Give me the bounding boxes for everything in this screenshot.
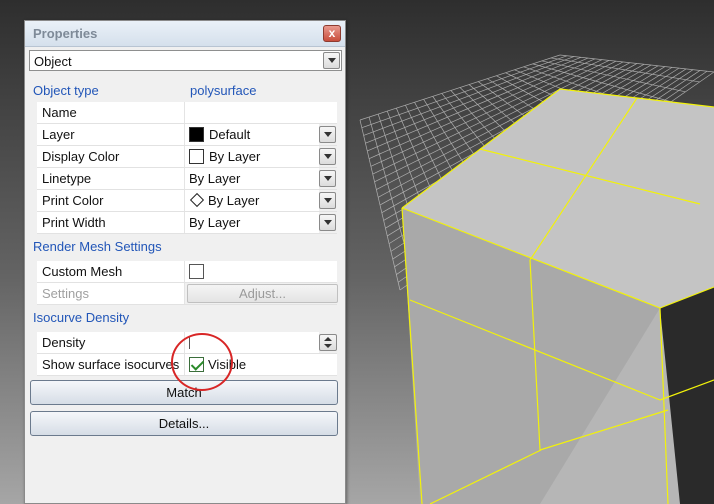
property-label: Name	[37, 102, 185, 123]
properties-panel: Properties x Object Object type polysurf…	[24, 20, 346, 504]
display-color-select[interactable]: By Layer	[185, 146, 319, 167]
layer-value: Default	[209, 127, 251, 142]
property-row-show-isocurves: Show surface isocurves Visible	[37, 354, 337, 376]
property-label: Custom Mesh	[37, 261, 185, 282]
show-isocurves-cell: Visible	[185, 354, 337, 375]
property-label: Print Color	[37, 190, 185, 211]
property-label: Show surface isocurves	[37, 354, 185, 375]
object-type-value: polysurface	[190, 83, 257, 98]
object-selector[interactable]: Object	[29, 50, 342, 71]
property-label: Display Color	[37, 146, 185, 167]
chevron-down-icon[interactable]	[319, 148, 336, 165]
object-type-label: Object type	[33, 83, 99, 98]
display-color-swatch	[189, 149, 204, 164]
show-isocurves-checkbox[interactable]	[189, 357, 204, 372]
property-row-linetype: Linetype By Layer	[37, 168, 337, 190]
panel-title: Properties	[33, 26, 98, 41]
property-label: Layer	[37, 124, 185, 145]
property-row-print-color: Print Color By Layer	[37, 190, 337, 212]
custom-mesh-cell	[185, 261, 337, 282]
property-row-print-width: Print Width By Layer	[37, 212, 337, 234]
chevron-down-icon[interactable]	[319, 214, 336, 231]
print-width-select[interactable]: By Layer	[185, 212, 319, 233]
display-color-value: By Layer	[209, 149, 261, 164]
diamond-icon	[189, 192, 205, 208]
property-label: Print Width	[37, 212, 185, 233]
name-field[interactable]	[185, 102, 337, 123]
adjust-button[interactable]: Adjust...	[187, 284, 338, 303]
isocurve-density-header: Isocurve Density	[33, 310, 130, 325]
chevron-down-icon[interactable]	[319, 126, 336, 143]
chevron-down-icon[interactable]	[319, 170, 336, 187]
linetype-select[interactable]: By Layer	[185, 168, 319, 189]
property-label: Linetype	[37, 168, 185, 189]
object-selector-value: Object	[34, 54, 72, 69]
print-color-select[interactable]: By Layer	[185, 190, 319, 211]
show-isocurves-value: Visible	[208, 357, 247, 372]
text-caret	[189, 337, 190, 349]
chevron-down-icon[interactable]	[323, 52, 340, 69]
render-mesh-header: Render Mesh Settings	[33, 239, 162, 254]
property-label: Density	[37, 332, 185, 353]
match-button[interactable]: Match	[30, 380, 338, 405]
close-icon: x	[328, 26, 336, 40]
property-row-density: Density	[37, 332, 337, 354]
density-spinner[interactable]	[319, 334, 337, 351]
panel-titlebar[interactable]: Properties x	[25, 21, 345, 47]
layer-color-swatch	[189, 127, 204, 142]
details-button[interactable]: Details...	[30, 411, 338, 436]
property-row-settings: Settings Adjust...	[37, 283, 338, 305]
close-button[interactable]: x	[323, 25, 341, 42]
print-color-value: By Layer	[208, 193, 260, 208]
chevron-down-icon[interactable]	[319, 192, 336, 209]
density-field[interactable]	[185, 332, 319, 353]
property-row-display-color: Display Color By Layer	[37, 146, 337, 168]
custom-mesh-checkbox[interactable]	[189, 264, 204, 279]
property-row-custom-mesh: Custom Mesh	[37, 261, 337, 283]
layer-select[interactable]: Default	[185, 124, 319, 145]
property-row-layer: Layer Default	[37, 124, 337, 146]
property-label: Settings	[37, 283, 185, 304]
property-row-name: Name	[37, 102, 337, 124]
